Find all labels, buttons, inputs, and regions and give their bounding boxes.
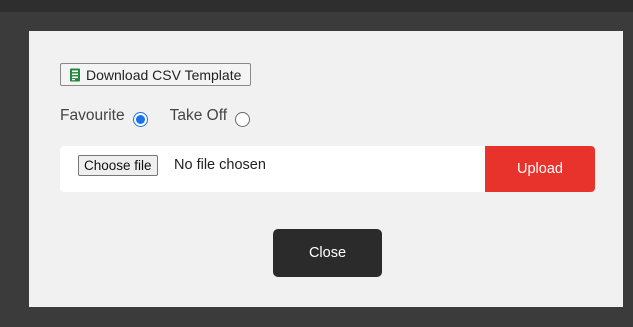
csv-file-icon [69,68,81,82]
close-button[interactable]: Close [273,229,382,277]
close-button-label: Close [308,245,347,261]
favourite-radio[interactable] [132,111,148,127]
choose-file-button[interactable]: Choose file [78,155,158,176]
upload-dialog: Download CSV Template Favourite Take Off… [29,31,623,307]
upload-button[interactable]: Upload [485,146,595,192]
file-status-text: No file chosen [174,157,266,173]
take-off-radio-label[interactable]: Take Off [170,107,227,125]
list-type-radio-group: Favourite Take Off [60,107,251,127]
file-upload-bar: Choose file No file chosen Upload [60,146,595,192]
favourite-radio-label[interactable]: Favourite [60,107,125,125]
take-off-radio[interactable] [235,111,251,127]
download-csv-template-label: Download CSV Template [86,66,242,83]
upload-button-label: Upload [517,161,563,177]
backdrop-top-strip [0,0,633,12]
download-csv-template-button[interactable]: Download CSV Template [60,63,252,86]
